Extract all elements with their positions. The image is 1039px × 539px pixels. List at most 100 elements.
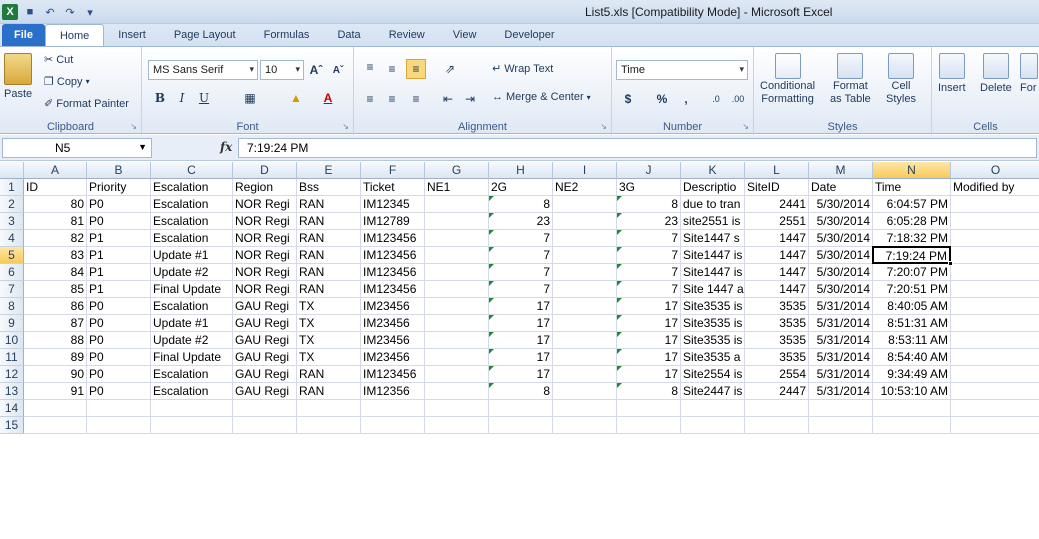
cell-l11[interactable]: 3535: [745, 349, 809, 366]
cell-f12[interactable]: IM123456: [361, 366, 425, 383]
cell-k14[interactable]: [681, 400, 745, 417]
cell-n5[interactable]: 7:19:24 PM: [872, 246, 951, 264]
cell-e14[interactable]: [297, 400, 361, 417]
cell-n12[interactable]: 9:34:49 AM: [873, 366, 951, 383]
row-header-1[interactable]: 1: [0, 179, 24, 196]
cell-m14[interactable]: [809, 400, 873, 417]
cell-l7[interactable]: 1447: [745, 281, 809, 298]
tab-home[interactable]: Home: [44, 24, 105, 46]
cell-n10[interactable]: 8:53:11 AM: [873, 332, 951, 349]
insert-button[interactable]: Insert: [938, 53, 966, 94]
cell-e1[interactable]: Bss: [297, 179, 361, 196]
cell-c1[interactable]: Escalation: [151, 179, 233, 196]
column-header-k[interactable]: K: [681, 162, 745, 179]
decrease-indent-icon[interactable]: ⇤: [438, 89, 458, 109]
cell-g3[interactable]: [425, 213, 489, 230]
cell-b11[interactable]: P0: [87, 349, 151, 366]
cell-i5[interactable]: [553, 247, 617, 264]
delete-button[interactable]: Delete: [980, 53, 1012, 94]
select-all-corner[interactable]: [0, 162, 24, 179]
cell-a11[interactable]: 89: [24, 349, 87, 366]
number-format-combo[interactable]: Time ▾: [616, 60, 748, 80]
cell-h6[interactable]: 7: [489, 264, 553, 281]
column-header-h[interactable]: H: [489, 162, 553, 179]
cell-b9[interactable]: P0: [87, 315, 151, 332]
cell-d5[interactable]: NOR Regi: [233, 247, 297, 264]
cell-d4[interactable]: NOR Regi: [233, 230, 297, 247]
cell-c13[interactable]: Escalation: [151, 383, 233, 400]
font-name-combo[interactable]: MS Sans Serif ▾: [148, 60, 258, 80]
cell-o7[interactable]: [951, 281, 1039, 298]
insert-function-icon[interactable]: fx: [220, 140, 232, 154]
cell-m5[interactable]: 5/30/2014: [809, 247, 873, 264]
cell-e4[interactable]: RAN: [297, 230, 361, 247]
cell-m11[interactable]: 5/31/2014: [809, 349, 873, 366]
cell-l12[interactable]: 2554: [745, 366, 809, 383]
cell-m4[interactable]: 5/30/2014: [809, 230, 873, 247]
cell-i7[interactable]: [553, 281, 617, 298]
cell-m10[interactable]: 5/31/2014: [809, 332, 873, 349]
align-bottom-icon[interactable]: ≡: [406, 59, 426, 79]
cell-b2[interactable]: P0: [87, 196, 151, 213]
cell-j5[interactable]: 7: [617, 247, 681, 264]
cell-h11[interactable]: 17: [489, 349, 553, 366]
cell-j11[interactable]: 17: [617, 349, 681, 366]
cell-l3[interactable]: 2551: [745, 213, 809, 230]
column-header-m[interactable]: M: [809, 162, 873, 179]
cell-c7[interactable]: Final Update: [151, 281, 233, 298]
cell-i4[interactable]: [553, 230, 617, 247]
cell-m6[interactable]: 5/30/2014: [809, 264, 873, 281]
cell-c2[interactable]: Escalation: [151, 196, 233, 213]
cell-j10[interactable]: 17: [617, 332, 681, 349]
cell-d14[interactable]: [233, 400, 297, 417]
row-header-8[interactable]: 8: [0, 298, 24, 315]
cell-a5[interactable]: 83: [24, 247, 87, 264]
cell-b7[interactable]: P1: [87, 281, 151, 298]
cell-j3[interactable]: 23: [617, 213, 681, 230]
cell-g7[interactable]: [425, 281, 489, 298]
cell-h13[interactable]: 8: [489, 383, 553, 400]
cell-d1[interactable]: Region: [233, 179, 297, 196]
cell-e2[interactable]: RAN: [297, 196, 361, 213]
cell-o8[interactable]: [951, 298, 1039, 315]
cell-j7[interactable]: 7: [617, 281, 681, 298]
cell-o2[interactable]: [951, 196, 1039, 213]
redo-icon[interactable]: ↷: [62, 4, 78, 20]
cell-h2[interactable]: 8: [489, 196, 553, 213]
cell-e7[interactable]: RAN: [297, 281, 361, 298]
copy-button[interactable]: ❐ Copy ▾: [44, 75, 90, 89]
cell-l10[interactable]: 3535: [745, 332, 809, 349]
cell-b12[interactable]: P0: [87, 366, 151, 383]
cell-e8[interactable]: TX: [297, 298, 361, 315]
cell-e12[interactable]: RAN: [297, 366, 361, 383]
cell-e10[interactable]: TX: [297, 332, 361, 349]
cell-b1[interactable]: Priority: [87, 179, 151, 196]
cell-l9[interactable]: 3535: [745, 315, 809, 332]
cell-c3[interactable]: Escalation: [151, 213, 233, 230]
cell-i11[interactable]: [553, 349, 617, 366]
row-header-15[interactable]: 15: [0, 417, 24, 434]
cell-a14[interactable]: [24, 400, 87, 417]
cell-l1[interactable]: SiteID: [745, 179, 809, 196]
tab-data[interactable]: Data: [323, 24, 374, 46]
cell-j1[interactable]: 3G: [617, 179, 681, 196]
column-header-j[interactable]: J: [617, 162, 681, 179]
cell-a3[interactable]: 81: [24, 213, 87, 230]
cell-b5[interactable]: P1: [87, 247, 151, 264]
cell-d9[interactable]: GAU Regi: [233, 315, 297, 332]
cell-e3[interactable]: RAN: [297, 213, 361, 230]
cell-d11[interactable]: GAU Regi: [233, 349, 297, 366]
format-as-table-button[interactable]: Format as Table: [830, 53, 871, 105]
column-header-n[interactable]: N: [873, 162, 951, 179]
cell-m7[interactable]: 5/30/2014: [809, 281, 873, 298]
cell-j15[interactable]: [617, 417, 681, 434]
cell-g8[interactable]: [425, 298, 489, 315]
comma-icon[interactable]: ,: [676, 89, 696, 109]
column-header-i[interactable]: I: [553, 162, 617, 179]
cell-o14[interactable]: [951, 400, 1039, 417]
customize-toolbar-icon[interactable]: ▾: [82, 4, 98, 20]
cell-m1[interactable]: Date: [809, 179, 873, 196]
grow-font-icon[interactable]: Aˆ: [306, 60, 326, 80]
align-middle-icon[interactable]: ≡: [382, 59, 402, 79]
row-header-14[interactable]: 14: [0, 400, 24, 417]
